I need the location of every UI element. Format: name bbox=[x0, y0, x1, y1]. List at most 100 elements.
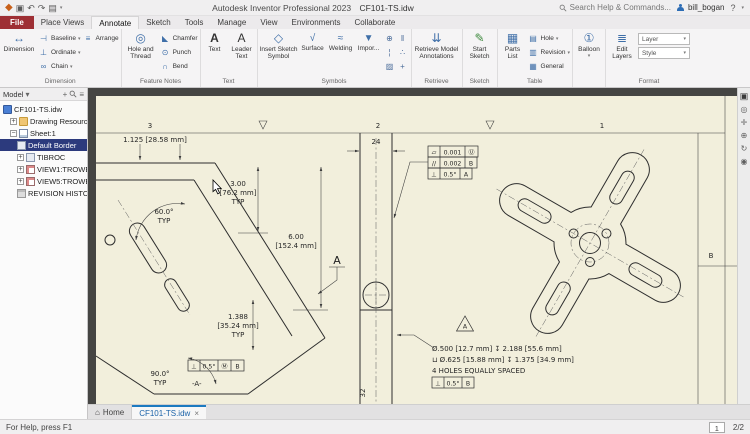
print-icon[interactable]: ▤ bbox=[48, 3, 57, 13]
expander-icon[interactable]: + bbox=[10, 118, 17, 125]
table-group-label[interactable]: Table bbox=[500, 77, 570, 87]
browser-menu-icon[interactable]: ≡ bbox=[79, 90, 84, 99]
import-symbol-button[interactable]: ▼ Impor... bbox=[356, 30, 382, 52]
hole-table-caret-icon[interactable]: ▾ bbox=[556, 36, 559, 42]
tree-item-view1[interactable]: +VIEW1:TROWEL SPE bbox=[0, 163, 87, 175]
expander-icon[interactable]: + bbox=[17, 166, 24, 173]
center-mark-icon[interactable]: ⊕ bbox=[384, 32, 396, 45]
look-at-icon[interactable]: ◉ bbox=[741, 157, 748, 166]
drawing-canvas[interactable]: 3 2 1 B bbox=[88, 88, 737, 404]
dim-300-mm-text[interactable]: [76.2 mm] bbox=[220, 189, 257, 197]
angle-60-typ-text[interactable]: TYP bbox=[157, 217, 171, 225]
centerline-bisector-icon[interactable]: ¦ bbox=[384, 46, 396, 59]
hole-note-line1[interactable]: Ø.500 [12.7 mm] ↧ 2.188 [55.6 mm] bbox=[432, 345, 562, 353]
baseline-caret-icon[interactable]: ▾ bbox=[78, 36, 81, 42]
tab-annotate[interactable]: Annotate bbox=[91, 16, 139, 29]
hole-thread-button[interactable]: ◎ Hole and Thread bbox=[124, 30, 158, 60]
arrange-button[interactable]: ≡Arrange bbox=[82, 32, 118, 45]
dim-600-text[interactable]: 6.00 bbox=[288, 233, 304, 241]
tree-item-document[interactable]: CF101-TS.idw bbox=[0, 103, 87, 115]
revision-table-button[interactable]: ▥Revision▾ bbox=[528, 46, 570, 59]
dim-1388-typ-text[interactable]: TYP bbox=[231, 331, 245, 339]
style-dropdown[interactable]: Style▾ bbox=[638, 47, 690, 59]
text-group-label[interactable]: Text bbox=[203, 77, 255, 87]
baseline-button[interactable]: ⊣Baseline▾ bbox=[38, 32, 80, 45]
angle-90-text[interactable]: 90.0° bbox=[150, 370, 169, 378]
insert-sketch-symbol-button[interactable]: ◇ Insert Sketch Symbol bbox=[260, 30, 298, 60]
zoom-icon[interactable]: ⊕ bbox=[741, 131, 748, 140]
leader-text-button[interactable]: A Leader Text bbox=[229, 30, 255, 60]
home-tab[interactable]: ⌂ Home bbox=[88, 405, 132, 419]
revision-table-caret-icon[interactable]: ▾ bbox=[567, 50, 570, 56]
start-sketch-button[interactable]: ✎ Start Sketch bbox=[465, 30, 495, 60]
tree-item-view5[interactable]: +VIEW5:TROWEL SPE bbox=[0, 175, 87, 187]
expander-icon[interactable]: − bbox=[10, 130, 17, 137]
hole-table-button[interactable]: ▤Hole▾ bbox=[528, 32, 570, 45]
sheet-number-box[interactable]: 1 bbox=[709, 422, 725, 433]
titlebar-dropdown-icon[interactable]: ▾ bbox=[741, 3, 744, 13]
parts-list-button[interactable]: ▦ Parts List bbox=[500, 30, 526, 60]
app-logo-icon[interactable]: ◆ bbox=[5, 3, 13, 13]
dim-24-text[interactable]: 24 bbox=[372, 138, 381, 146]
welding-button[interactable]: ≈ Welding bbox=[328, 30, 354, 52]
chamfer-button[interactable]: ◣Chamfer bbox=[160, 32, 198, 45]
hole-note-line3[interactable]: 4 HOLES EQUALLY SPACED bbox=[432, 367, 525, 375]
ordinate-button[interactable]: ⊥Ordinate▾ bbox=[38, 46, 80, 59]
tab-environments[interactable]: Environments bbox=[285, 16, 348, 29]
browser-add-icon[interactable]: + bbox=[63, 90, 68, 99]
help-search-input[interactable]: Search Help & Commands... bbox=[559, 3, 671, 12]
browser-tab-model[interactable]: Model bbox=[3, 90, 23, 99]
dim-300-text[interactable]: 3.00 bbox=[230, 180, 246, 188]
edit-layers-button[interactable]: ≣ Edit Layers bbox=[608, 30, 636, 60]
tab-tools[interactable]: Tools bbox=[178, 16, 211, 29]
angle-90-typ-text[interactable]: TYP bbox=[153, 379, 167, 387]
view-cube-icon[interactable]: ▣ bbox=[740, 92, 749, 101]
pan-icon[interactable]: ✛ bbox=[741, 118, 748, 127]
expander-icon[interactable]: + bbox=[17, 154, 24, 161]
dim-600-mm-text[interactable]: [152.4 mm] bbox=[275, 242, 317, 250]
qat-dropdown-icon[interactable]: ▾ bbox=[60, 3, 63, 13]
dim-32-text[interactable]: 32 bbox=[359, 389, 367, 398]
hatch-region-icon[interactable]: ▨ bbox=[384, 60, 396, 73]
centerline-icon[interactable]: ‖ bbox=[397, 32, 409, 45]
chain-button[interactable]: ∞Chain▾ bbox=[38, 60, 80, 73]
add-symbol-icon[interactable]: + bbox=[397, 60, 409, 73]
dim-1125-text[interactable]: 1.125 [28.58 mm] bbox=[123, 136, 187, 144]
datum-ref-text[interactable]: -A- bbox=[192, 380, 202, 388]
full-navigation-wheel-icon[interactable]: ◎ bbox=[741, 105, 748, 114]
tree-item-drawing-resources[interactable]: +Drawing Resources bbox=[0, 115, 87, 127]
feature-notes-group-label[interactable]: Feature Notes bbox=[124, 77, 198, 87]
browser-search-icon[interactable] bbox=[69, 90, 77, 98]
ordinate-caret-icon[interactable]: ▾ bbox=[78, 50, 81, 56]
dim-300-typ-text[interactable]: TYP bbox=[231, 198, 245, 206]
center-pattern-icon[interactable]: ∴ bbox=[397, 46, 409, 59]
user-account-button[interactable]: bill_bogan bbox=[677, 3, 724, 12]
tab-file[interactable]: File bbox=[0, 16, 34, 29]
general-table-button[interactable]: ▦General bbox=[528, 60, 570, 73]
balloon-caret-icon[interactable]: ▾ bbox=[588, 53, 591, 59]
tree-item-tibroc[interactable]: +TIBROC bbox=[0, 151, 87, 163]
tab-collaborate[interactable]: Collaborate bbox=[347, 16, 402, 29]
chain-caret-icon[interactable]: ▾ bbox=[70, 64, 73, 70]
bend-button[interactable]: ∩Bend bbox=[160, 60, 198, 73]
undo-icon[interactable]: ↶ bbox=[27, 3, 35, 13]
tab-sketch[interactable]: Sketch bbox=[139, 16, 177, 29]
retrieve-group-label[interactable]: Retrieve bbox=[414, 77, 460, 87]
symbols-group-label[interactable]: Symbols bbox=[260, 77, 409, 87]
tree-item-sheet1[interactable]: −Sheet:1 bbox=[0, 127, 87, 139]
help-icon[interactable]: ? bbox=[730, 3, 735, 13]
datum-a-text[interactable]: A bbox=[333, 254, 341, 267]
expander-icon[interactable]: + bbox=[17, 178, 24, 185]
sketch-group-label[interactable]: Sketch bbox=[465, 77, 495, 87]
document-tab-active[interactable]: CF101-TS.idw × bbox=[132, 405, 206, 419]
tab-place-views[interactable]: Place Views bbox=[34, 16, 91, 29]
format-group-label[interactable]: Format bbox=[608, 77, 690, 87]
surface-button[interactable]: √ Surface bbox=[300, 30, 326, 52]
browser-tab-caret-icon[interactable]: ▾ bbox=[25, 90, 29, 99]
text-button[interactable]: A Text bbox=[203, 30, 227, 53]
orbit-icon[interactable]: ↻ bbox=[741, 144, 748, 153]
punch-button[interactable]: ⊙Punch bbox=[160, 46, 198, 59]
tree-item-default-border[interactable]: Default Border bbox=[0, 139, 87, 151]
dimension-group-label[interactable]: Dimension bbox=[2, 77, 119, 87]
dim-1388-mm-text[interactable]: [35.24 mm] bbox=[217, 322, 259, 330]
